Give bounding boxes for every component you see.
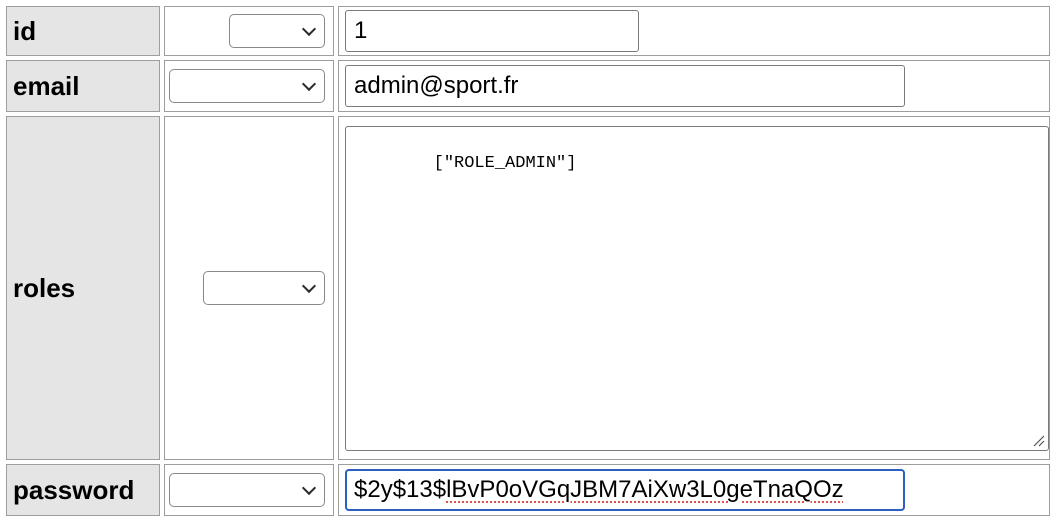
resize-handle-icon[interactable] <box>1031 433 1045 447</box>
chevron-down-icon <box>301 21 317 37</box>
field-row-email: email admin@sport.fr <box>6 60 1050 112</box>
function-select-id[interactable] <box>229 14 325 48</box>
value-input-email[interactable]: admin@sport.fr <box>345 65 905 107</box>
field-row-roles: roles ["ROLE_ADMIN"] <box>6 116 1050 460</box>
field-label-email: email <box>6 60 160 112</box>
field-row-id: id 1 <box>6 6 1050 56</box>
function-cell-roles <box>164 116 334 460</box>
edit-row-form: id 1 email admin@sport.fr roles ["ROLE_A… <box>2 2 1054 520</box>
field-label-roles: roles <box>6 116 160 460</box>
field-label-password: password <box>6 464 160 516</box>
password-hash-prefix: $2y$13$ <box>354 476 447 503</box>
function-cell-email <box>164 60 334 112</box>
value-cell-email: admin@sport.fr <box>338 60 1050 112</box>
chevron-down-icon <box>301 278 317 294</box>
function-cell-password <box>164 464 334 516</box>
function-select-password[interactable] <box>169 473 325 507</box>
value-cell-roles: ["ROLE_ADMIN"] <box>338 116 1050 460</box>
value-cell-password: $2y$13$lBvP0oVGqJBM7AiXw3L0geTnaQOz <box>338 464 1050 516</box>
function-select-email[interactable] <box>169 69 325 103</box>
field-row-password: password $2y$13$lBvP0oVGqJBM7AiXw3L0geTn… <box>6 464 1050 516</box>
function-cell-id <box>164 6 334 56</box>
password-hash-rest: lBvP0oVGqJBM7AiXw3L0geTnaQOz <box>446 476 844 503</box>
value-input-password[interactable]: $2y$13$lBvP0oVGqJBM7AiXw3L0geTnaQOz <box>345 469 905 511</box>
value-cell-id: 1 <box>338 6 1050 56</box>
function-select-roles[interactable] <box>203 271 325 305</box>
roles-json-text: ["ROLE_ADMIN"] <box>433 153 577 173</box>
field-label-id: id <box>6 6 160 56</box>
value-textarea-roles[interactable]: ["ROLE_ADMIN"] <box>345 125 1049 451</box>
value-input-id[interactable]: 1 <box>345 10 639 52</box>
chevron-down-icon <box>301 76 317 92</box>
chevron-down-icon <box>301 480 317 496</box>
